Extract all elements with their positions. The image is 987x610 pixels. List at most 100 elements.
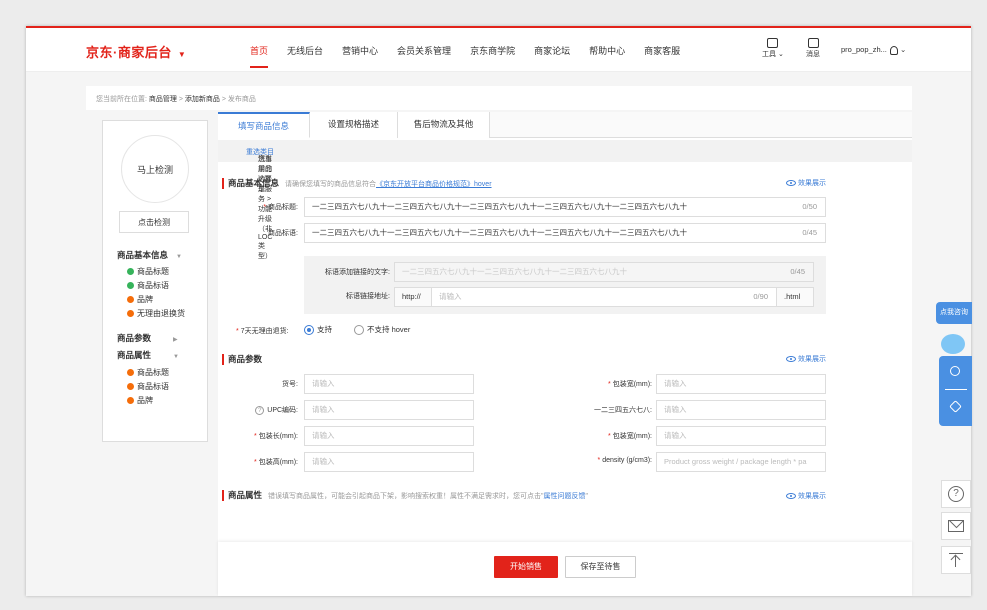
main-nav: 首页 无线后台 营销中心 会员关系管理 京东商学院 商家论坛 帮助中心 商家客服 [250, 44, 699, 68]
required-mark: * [263, 204, 267, 211]
breadcrumb-item-add-goods[interactable]: 添加新商品 [185, 96, 220, 103]
slogan-label: 商品标语: [268, 230, 298, 237]
slogan-link-box: 标语添加链接的文字: 一二三四五六七八九十一二三四五六七八九十一二三四五六七八九… [304, 256, 826, 314]
chevron-down-icon: ⌄ [899, 45, 907, 54]
brand-logo[interactable]: 京东·商家后台 ▼ [86, 42, 186, 61]
main-form-card: 填写商品信息 设置规格描述 售后物流及其他 您当前的选择是: 汽车用品 > 汽车… [218, 112, 912, 542]
check-item[interactable]: 商品标语 [127, 381, 169, 392]
check-item[interactable]: 品牌 [127, 294, 153, 305]
mail-button[interactable] [941, 512, 971, 540]
help-button[interactable]: ? [941, 480, 971, 508]
check-item[interactable]: 商品标题 [127, 266, 169, 277]
nav-home[interactable]: 首页 [250, 44, 268, 68]
section-title: 商品基本信息 [117, 250, 169, 260]
goods-slogan-input[interactable]: 一二三四五六七八九十一二三四五六七八九十一二三四五六七八九十一二三四五六七八九十… [304, 223, 826, 243]
reselect-category-link[interactable]: 重选类目 [246, 149, 274, 156]
messages-menu[interactable]: 消息 [806, 38, 820, 59]
return-support-radio[interactable]: 支持 [304, 324, 332, 336]
detect-now-circle[interactable]: 马上检测 [121, 135, 189, 203]
return-unsupport-radio[interactable]: 不支持 hover [354, 324, 410, 336]
eye-icon [786, 180, 796, 187]
nav-service[interactable]: 商家客服 [644, 44, 680, 68]
section-attributes[interactable]: 商品属性 ▼ [117, 349, 179, 361]
messages-label: 消息 [806, 51, 820, 58]
user-menu[interactable]: pro_pop_zh... ⌄ [841, 45, 906, 55]
chevron-right-icon: ▶ [173, 337, 178, 343]
tab-fill-info[interactable]: 填写商品信息 [218, 112, 310, 138]
link-url-placeholder: 请输入 [439, 292, 462, 301]
basic-info-preview-link[interactable]: 效果展示 [786, 178, 826, 188]
group-title-text: 商品基本信息 [228, 178, 280, 188]
attributes-title: 商品属性 错误填写商品属性，可能会引起商品下架，影响搜索权重！属性不满足需求时，您… [222, 490, 588, 501]
action-bar: 开始销售 保存至待售 [218, 542, 912, 596]
divider [945, 389, 967, 390]
required-mark: * [236, 328, 239, 335]
preview-label: 效果展示 [798, 493, 826, 500]
param-input[interactable]: 请输入 [656, 374, 826, 394]
url-prefix: http:// [394, 287, 432, 307]
mascot-icon[interactable] [941, 334, 965, 354]
param-input[interactable]: 请输入 [304, 374, 474, 394]
check-item-label: 无理由退换货 [137, 309, 185, 318]
attributes-preview-link[interactable]: 效果展示 [786, 491, 826, 501]
breadcrumb-prefix: 您当前所在位置: [96, 96, 147, 103]
check-item[interactable]: 商品标题 [127, 367, 169, 378]
param-label: 一二三四五六七八: [594, 407, 652, 414]
goods-title-value: 一二三四五六七八九十一二三四五六七八九十一二三四五六七八九十一二三四五六七八九十… [312, 202, 687, 211]
arrowhead [950, 554, 961, 565]
price-rules-link[interactable]: 《京东开放平台商品价格规范》hover [376, 181, 492, 188]
breadcrumb-item-publish: 发布商品 [227, 96, 256, 103]
section-params[interactable]: 商品参数 ▶ [117, 332, 178, 344]
link-url-input[interactable]: 请输入 0/90 [431, 287, 777, 307]
nav-crm[interactable]: 会员关系管理 [397, 44, 451, 68]
chevron-down-icon: ▼ [173, 354, 179, 360]
goods-title-input[interactable]: 一二三四五六七八九十一二三四五六七八九十一二三四五六七八九十一二三四五六七八九十… [304, 197, 826, 217]
wrench-icon[interactable] [949, 400, 962, 413]
question-icon: ? [948, 486, 964, 502]
check-item[interactable]: 品牌 [127, 395, 153, 406]
check-item-label: 商品标题 [137, 267, 169, 276]
nav-help[interactable]: 帮助中心 [589, 44, 625, 68]
breadcrumb-card: 您当前所在位置: 商品管理 > 添加新商品 > 发布商品 [86, 86, 912, 110]
required-mark: * [607, 433, 611, 440]
check-item-label: 品牌 [137, 396, 153, 405]
click-detect-button[interactable]: 点击检测 [119, 211, 189, 233]
nav-forum[interactable]: 商家论坛 [534, 44, 570, 68]
brand-caret-icon[interactable]: ▼ [178, 50, 186, 59]
consult-button[interactable]: 点我咨询 [936, 302, 972, 324]
check-circle-icon [127, 282, 134, 289]
breadcrumb-item-goods-manage[interactable]: 商品管理 [149, 96, 177, 103]
param-input[interactable]: 请输入 [656, 426, 826, 446]
lightbulb-icon[interactable] [950, 366, 960, 376]
tab-bar: 填写商品信息 设置规格描述 售后物流及其他 [218, 112, 912, 138]
tab-aftersale[interactable]: 售后物流及其他 [398, 112, 490, 138]
param-label: ? UPC编码: [218, 405, 298, 415]
param-input[interactable]: Product gross weight / package length * … [656, 452, 826, 472]
back-to-top-button[interactable] [941, 546, 971, 574]
param-input[interactable]: 请输入 [304, 426, 474, 446]
check-item[interactable]: 无理由退换货 [127, 308, 185, 319]
param-input[interactable]: 请输入 [656, 400, 826, 420]
attribute-feedback-link[interactable]: 属性问题反馈 [544, 493, 586, 500]
warning-dot-icon [127, 397, 134, 404]
section-title: 商品参数 [117, 333, 152, 343]
param-input[interactable]: 请输入 [304, 452, 474, 472]
nav-wireless[interactable]: 无线后台 [287, 44, 323, 68]
section-basic-info[interactable]: 商品基本信息 ▼ [117, 249, 182, 261]
check-item-label: 商品标语 [137, 281, 169, 290]
nav-academy[interactable]: 京东商学院 [470, 44, 515, 68]
tools-menu[interactable]: 工具 ⌄ [762, 38, 784, 59]
param-input[interactable]: 请输入 [304, 400, 474, 420]
save-pending-button[interactable]: 保存至待售 [565, 556, 636, 578]
help-icon[interactable]: ? [255, 406, 265, 415]
return-label-text: 7天无理由退货: [240, 328, 289, 335]
params-preview-link[interactable]: 效果展示 [786, 354, 826, 364]
nav-marketing[interactable]: 营销中心 [342, 44, 378, 68]
start-sale-button[interactable]: 开始销售 [494, 556, 558, 578]
radio-label: 支持 [317, 325, 332, 334]
hint-text: " [585, 493, 589, 500]
tab-spec-desc[interactable]: 设置规格描述 [310, 112, 398, 138]
check-item[interactable]: 商品标语 [127, 280, 169, 291]
param-label-text: 包装长(mm): [258, 433, 298, 440]
link-text-input[interactable]: 一二三四五六七八九十一二三四五六七八九十一二三四五六七八九十 0/45 [394, 262, 814, 282]
